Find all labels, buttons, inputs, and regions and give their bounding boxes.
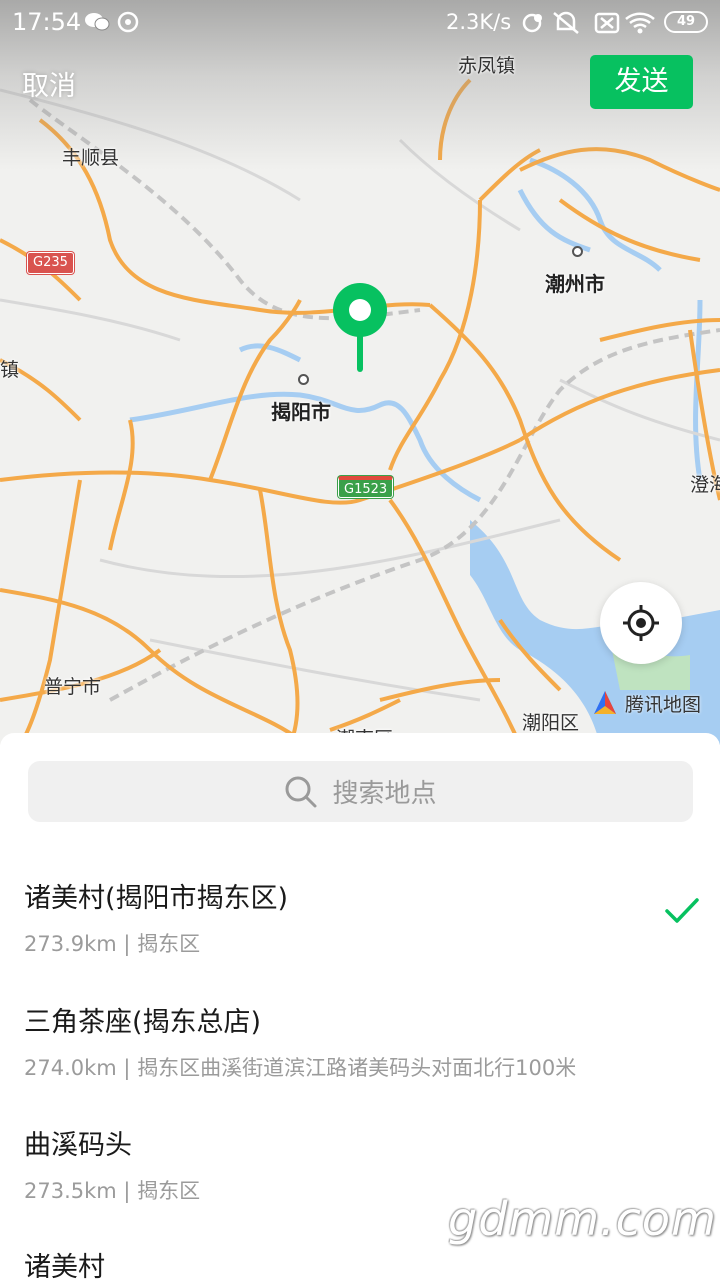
place-list-item[interactable]: 诸美村(揭阳市揭东区) 273.9km | 揭东区 [0, 876, 720, 996]
cancel-button[interactable]: 取消 [22, 64, 76, 103]
place-title: 曲溪码头 [24, 1130, 132, 1161]
wechat-icon [85, 13, 110, 31]
city-dot-chaozhou [572, 246, 583, 257]
status-icons-right [520, 9, 660, 41]
map-label-chaoyang: 潮阳区 [522, 712, 580, 734]
location-pin-icon [333, 283, 387, 372]
place-subtitle: 273.5km | 揭东区 [24, 1179, 201, 1203]
crosshair-icon [623, 605, 659, 641]
status-time: 17:54 [12, 8, 82, 36]
place-subtitle: 274.0km | 揭东区曲溪街道滨江路诸美码头对面北行100米 [24, 1056, 577, 1080]
send-button[interactable]: 发送 [590, 55, 693, 109]
check-icon [665, 898, 699, 923]
battery-icon: 49 [664, 11, 708, 33]
map-label-puning: 普宁市 [44, 676, 102, 698]
map-brand-text: 腾讯地图 [625, 693, 702, 716]
map-view[interactable]: 赤凤镇 丰顺县 潮州市 揭阳市 镇 普宁市 潮阳区 澄海 潮南区 G235 G1… [0, 0, 720, 745]
place-subtitle: 273.9km | 揭东区 [24, 932, 201, 956]
place-title: 三角茶座(揭东总店) [24, 1007, 262, 1038]
city-dot-jieyang [298, 374, 309, 385]
map-label-jieyang: 揭阳市 [271, 400, 331, 424]
road-shield-g1523: G1523 [338, 476, 394, 498]
tencent-map-logo-icon [594, 691, 616, 714]
watermark: gdmm.com [448, 1192, 717, 1246]
search-input[interactable]: 搜索地点 [28, 761, 693, 822]
network-speed: 2.3K/s [446, 10, 512, 34]
map-label-fengshun: 丰顺县 [62, 147, 120, 169]
search-placeholder: 搜索地点 [332, 779, 437, 809]
map-label-chifeng: 赤凤镇 [458, 55, 516, 77]
map-brand: 腾讯地图 [590, 688, 701, 718]
status-icons-left [84, 9, 144, 39]
wifi-icon [625, 12, 655, 34]
road-shield-g235: G235 [27, 252, 74, 274]
map-label-zhen: 镇 [0, 359, 20, 381]
sim-off-icon [594, 12, 620, 34]
place-list-item[interactable]: 诸美村 [0, 1245, 720, 1280]
search-icon [285, 776, 317, 807]
place-list-item[interactable]: 三角茶座(揭东总店) 274.0km | 揭东区曲溪街道滨江路诸美码头对面北行1… [0, 1000, 720, 1120]
locate-me-button[interactable] [600, 582, 682, 664]
status-bar: 17:54 2.3K/s 49 [0, 0, 720, 46]
place-title: 诸美村(揭阳市揭东区) [24, 883, 289, 914]
music-icon [117, 11, 139, 33]
sync-icon [522, 13, 542, 33]
place-title: 诸美村 [24, 1252, 105, 1280]
map-label-chenghai: 澄海 [690, 474, 720, 496]
mute-icon [553, 11, 579, 34]
map-label-chaozhou: 潮州市 [545, 272, 605, 296]
